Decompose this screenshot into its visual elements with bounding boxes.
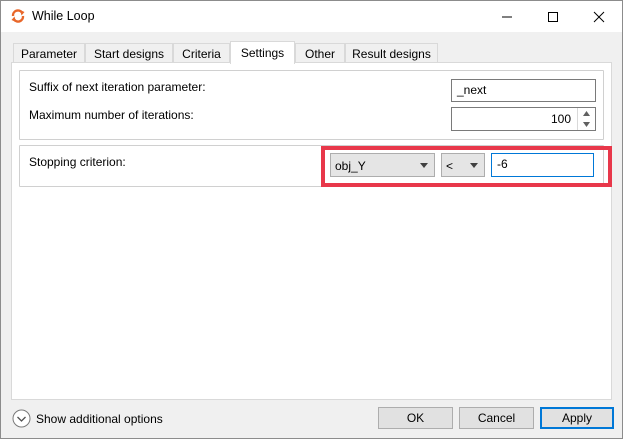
iteration-settings-group: Suffix of next iteration parameter: _nex… [19,70,604,140]
criterion-operator-value: < [446,159,454,173]
max-iterations-spinbox[interactable]: 100 [451,107,596,131]
criterion-operator-dropdown[interactable]: < [441,153,485,177]
suffix-input[interactable]: _next [451,79,596,102]
tab-result-designs[interactable]: Result designs [345,43,438,63]
tab-other[interactable]: Other [295,43,345,63]
tab-parameter[interactable]: Parameter [13,43,85,63]
maximize-button[interactable] [530,1,576,32]
criterion-value-input[interactable]: -6 [491,153,594,177]
spin-buttons [577,108,595,130]
tab-settings[interactable]: Settings [230,41,295,64]
maximize-icon [548,12,558,22]
tab-start-designs[interactable]: Start designs [85,43,173,63]
tab-criteria[interactable]: Criteria [173,43,230,63]
spin-down-button[interactable] [578,119,595,130]
criterion-variable-value: obj_Y [335,159,366,173]
show-options-toggle[interactable] [12,409,31,428]
spin-down-icon [583,122,590,127]
close-icon [593,11,605,23]
chevron-down-icon [420,163,428,168]
window-title: While Loop [32,9,95,23]
show-options-label[interactable]: Show additional options [36,412,163,426]
loop-icon [10,8,26,24]
max-iterations-value: 100 [550,112,571,126]
spin-up-icon [583,111,590,116]
settings-panel: Suffix of next iteration parameter: _nex… [11,62,612,400]
while-loop-dialog: While Loop Parameter Start designs Crite… [0,0,623,439]
apply-button[interactable]: Apply [540,407,614,429]
spin-up-button[interactable] [578,108,595,119]
max-iterations-label: Maximum number of iterations: [29,108,194,122]
criterion-variable-dropdown[interactable]: obj_Y [330,153,435,177]
close-button[interactable] [576,1,622,32]
ok-button[interactable]: OK [378,407,453,429]
chevron-down-circle-icon [12,409,31,428]
stopping-criterion-label: Stopping criterion: [29,155,126,169]
minimize-icon [502,16,512,18]
suffix-label: Suffix of next iteration parameter: [29,80,206,94]
title-bar[interactable]: While Loop [1,1,622,32]
chevron-down-icon [470,163,478,168]
cancel-button[interactable]: Cancel [459,407,534,429]
tab-bar: Parameter Start designs Criteria Setting… [1,41,623,64]
minimize-button[interactable] [484,1,530,32]
